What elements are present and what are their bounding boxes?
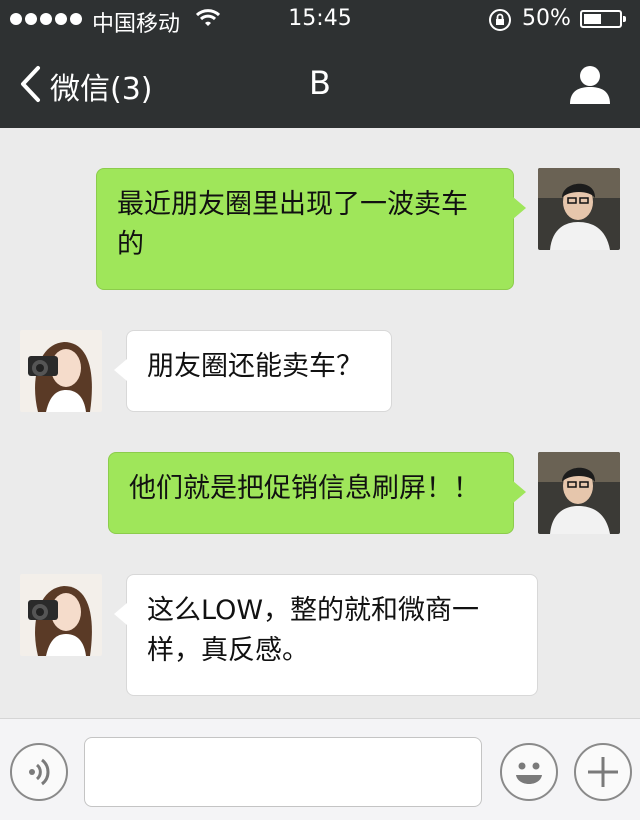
more-button[interactable] bbox=[574, 743, 632, 801]
message-input[interactable] bbox=[84, 737, 482, 807]
input-bar bbox=[0, 718, 640, 820]
avatar-contact[interactable] bbox=[20, 574, 102, 656]
chat-title: B bbox=[309, 64, 331, 102]
avatar-self[interactable] bbox=[538, 452, 620, 534]
avatar-contact[interactable] bbox=[20, 330, 102, 412]
nav-bar: 微信(3) B bbox=[0, 40, 640, 128]
message-text: 样，真反感。 bbox=[147, 635, 309, 666]
plus-icon bbox=[576, 757, 630, 803]
message-bubble-incoming[interactable]: 朋友圈还能卖车？ bbox=[114, 330, 392, 412]
message-bubble-outgoing[interactable]: 最近朋友圈里出现了一波卖车 的 bbox=[96, 168, 526, 290]
message-bubble-outgoing[interactable]: 他们就是把促销信息刷屏！！ bbox=[108, 452, 526, 534]
battery-percent: 50% bbox=[522, 6, 571, 31]
voice-icon bbox=[12, 758, 66, 803]
message-list[interactable]: 最近朋友圈里出现了一波卖车 的 朋友圈还能卖车？ 他们就是把促销信息刷屏！！ 这… bbox=[0, 128, 640, 718]
message-text: 朋友圈还能卖车？ bbox=[147, 351, 363, 382]
message-text: 的 bbox=[117, 229, 144, 260]
status-bar: 中国移动 15:45 50% bbox=[0, 0, 640, 40]
battery-icon bbox=[580, 10, 626, 28]
voice-button[interactable] bbox=[10, 743, 68, 801]
smiley-icon bbox=[502, 762, 556, 803]
avatar-self[interactable] bbox=[538, 168, 620, 250]
message-text: 他们就是把促销信息刷屏！！ bbox=[129, 473, 480, 504]
message-text: 这么LOW，整的就和微商一 bbox=[147, 595, 480, 626]
rotation-lock-icon bbox=[488, 8, 512, 38]
message-text: 最近朋友圈里出现了一波卖车 bbox=[117, 189, 468, 220]
person-icon[interactable] bbox=[568, 62, 612, 110]
message-bubble-incoming[interactable]: 这么LOW，整的就和微商一 样，真反感。 bbox=[114, 574, 538, 696]
emoji-button[interactable] bbox=[500, 743, 558, 801]
